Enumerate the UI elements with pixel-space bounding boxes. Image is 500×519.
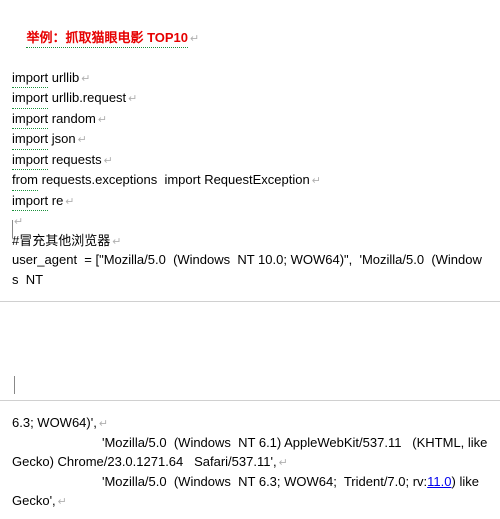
pilcrow-icon: ↵ (78, 134, 87, 146)
code-text: 6.3; WOW64)', (12, 415, 97, 430)
keyword: import (12, 129, 48, 150)
code-text: requests.exceptions import RequestExcept… (38, 172, 310, 187)
keyword: import (12, 150, 48, 171)
code-text: random (48, 111, 96, 126)
keyword: import (12, 191, 48, 212)
pilcrow-icon: ↵ (128, 93, 137, 105)
code-text: urllib.request (48, 90, 126, 105)
blank-line: ↵ (12, 211, 488, 231)
code-line: from requests.exceptions import RequestE… (12, 170, 488, 191)
code-line: import requests↵ (12, 150, 488, 171)
code-line: import re↵ (12, 191, 488, 212)
code-line: Gecko) Chrome/23.0.1271.64 Safari/537.11… (12, 452, 488, 472)
keyword: from (12, 170, 38, 191)
pilcrow-icon: ↵ (81, 73, 90, 85)
text-cursor (14, 376, 15, 394)
pilcrow-icon: ↵ (14, 216, 23, 228)
pilcrow-icon: ↵ (65, 196, 74, 208)
document-page-bottom: 6.3; WOW64)',↵ 'Mozilla/5.0 (Windows NT … (0, 405, 500, 519)
pilcrow-icon: ↵ (279, 457, 288, 469)
code-line: import urllib.request↵ (12, 88, 488, 109)
code-text: Gecko) Chrome/23.0.1271.64 Safari/537.11… (12, 454, 277, 469)
page-break (0, 301, 500, 401)
text-cursor (12, 220, 13, 238)
comment-line: #冒充其他浏览器↵ (12, 231, 488, 251)
code-text: re (48, 193, 63, 208)
title-line: 举例：抓取猫眼电影 TOP10↵ (12, 8, 488, 68)
code-text: ) like (452, 474, 479, 489)
code-line: import random↵ (12, 109, 488, 130)
code-text: Gecko', (12, 493, 56, 508)
document-page-top: 举例：抓取猫眼电影 TOP10↵ import urllib↵ import u… (0, 0, 500, 297)
code-line: 6.3; WOW64)',↵ (12, 413, 488, 433)
pilcrow-icon: ↵ (104, 155, 113, 167)
comment-text: #冒充其他浏览器 (12, 233, 110, 248)
code-text: requests (48, 152, 101, 167)
pilcrow-icon: ↵ (58, 496, 67, 508)
pilcrow-icon: ↵ (98, 114, 107, 126)
link-text[interactable]: 11.0 (427, 474, 451, 489)
code-line: import json↵ (12, 129, 488, 150)
code-line: import urllib↵ (12, 68, 488, 89)
keyword: import (12, 68, 48, 89)
keyword: import (12, 88, 48, 109)
code-text: 'Mozilla/5.0 (Windows NT 6.1) AppleWebKi… (102, 435, 487, 450)
code-line: Gecko',↵ (12, 491, 488, 511)
code-line: user_agent = ["Mozilla/5.0 (Windows NT 1… (12, 250, 488, 289)
code-text: 'Mozilla/5.0 (Windows NT 6.3; WOW64; Tri… (102, 474, 427, 489)
pilcrow-icon: ↵ (190, 33, 199, 45)
keyword: import (12, 109, 48, 130)
code-text: urllib (48, 70, 79, 85)
code-line: 'Mozilla/5.0 (Windows NT 6.1) AppleWebKi… (12, 433, 488, 453)
pilcrow-icon: ↵ (99, 418, 108, 430)
code-text: json (48, 131, 75, 146)
code-line: 'Mozilla/5.0 (Windows NT 6.3; WOW64; Tri… (12, 472, 488, 492)
pilcrow-icon: ↵ (312, 175, 321, 187)
title-text: 举例：抓取猫眼电影 TOP10 (26, 28, 188, 49)
pilcrow-icon: ↵ (112, 236, 121, 248)
code-text: user_agent = ["Mozilla/5.0 (Windows NT 1… (12, 252, 482, 287)
